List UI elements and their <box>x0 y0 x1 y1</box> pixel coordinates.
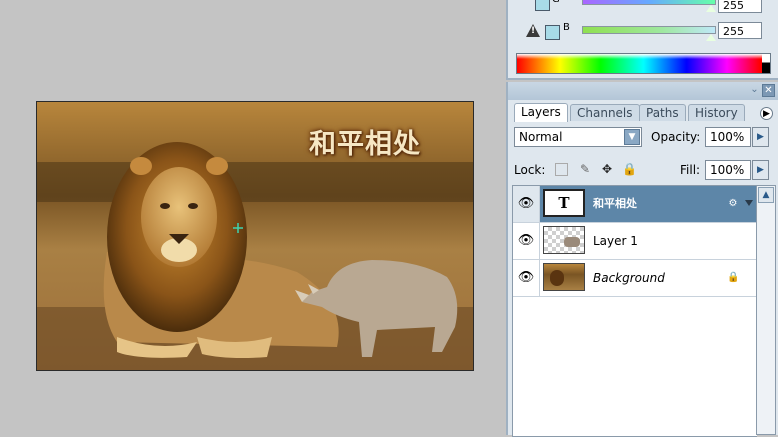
collapse-chevron-icon[interactable]: ⌄ <box>748 84 761 97</box>
close-panel-icon[interactable]: ✕ <box>762 84 775 97</box>
layer-name[interactable]: Layer 1 <box>593 223 638 259</box>
tab-history[interactable]: History <box>688 104 745 121</box>
layer-row-layer-1[interactable]: 👁 Layer 1 <box>513 223 757 260</box>
panel-titlebar[interactable]: ⌄ ✕ <box>508 82 778 100</box>
tab-layers[interactable]: Layers <box>514 103 568 122</box>
text-layer-t-icon: T <box>558 194 570 212</box>
opacity-field[interactable]: 100% <box>705 127 751 147</box>
lock-label: Lock: <box>514 163 546 177</box>
color-panel: G 255 B 255 <box>506 0 778 80</box>
expand-effects-icon[interactable] <box>745 200 753 206</box>
blend-mode-value: Normal <box>519 130 563 144</box>
lock-transparency-icon[interactable] <box>555 163 568 176</box>
color-swatch-top[interactable] <box>535 0 550 11</box>
chevron-down-icon[interactable]: ▼ <box>624 129 640 145</box>
layer-row-background[interactable]: 👁 Background 🔒 <box>513 260 757 297</box>
green-slider[interactable] <box>582 0 716 5</box>
fill-field[interactable]: 100% <box>705 160 751 180</box>
layer-1-thumbnail <box>543 226 585 254</box>
blend-mode-select[interactable]: Normal ▼ <box>514 127 642 147</box>
color-swatch-blue[interactable] <box>545 25 560 40</box>
opacity-label: Opacity: <box>651 130 701 144</box>
layer-name[interactable]: 和平相处 <box>593 186 637 222</box>
layer-name[interactable]: Background <box>593 260 665 296</box>
locked-layer-icon[interactable]: 🔒 <box>727 272 739 284</box>
green-slider-thumb[interactable] <box>706 5 716 12</box>
panel-tabs: Layers Channels Paths History <box>508 100 778 122</box>
layers-list: 👁 T 和平相处 ⚙ 👁 Layer 1 👁 Background 🔒 <box>512 185 757 437</box>
tab-paths[interactable]: Paths <box>639 104 686 121</box>
color-spectrum-ramp[interactable] <box>516 53 771 74</box>
tab-channels[interactable]: Channels <box>570 104 640 121</box>
background-thumbnail <box>543 263 585 291</box>
visibility-eye-icon[interactable]: 👁 <box>513 223 540 259</box>
scroll-up-icon[interactable]: ▲ <box>758 187 774 203</box>
blue-slider[interactable] <box>582 26 716 34</box>
canvas-text-layer: 和平相处 <box>309 129 421 160</box>
blue-channel-label: B <box>563 22 570 33</box>
layers-scrollbar[interactable]: ▲ <box>756 185 776 435</box>
blue-slider-thumb[interactable] <box>706 34 716 41</box>
visibility-eye-icon[interactable]: 👁 <box>513 260 540 296</box>
fill-slider-arrow-icon[interactable]: ▶ <box>752 160 769 180</box>
layers-panel: ⌄ ✕ Layers Channels Paths History ▶ Norm… <box>506 82 778 437</box>
blue-value-field[interactable]: 255 <box>718 22 762 39</box>
fill-label: Fill: <box>680 163 701 177</box>
lock-all-icon[interactable]: 🔒 <box>622 162 637 176</box>
opacity-slider-arrow-icon[interactable]: ▶ <box>752 127 769 147</box>
lock-brush-icon[interactable]: ✎ <box>578 162 592 176</box>
green-value-field[interactable]: 255 <box>718 0 762 13</box>
layer-effects-icon[interactable]: ⚙ <box>727 198 739 210</box>
document-canvas[interactable]: 和平相处 <box>36 101 474 371</box>
visibility-eye-icon[interactable]: 👁 <box>513 186 540 222</box>
out-of-gamut-warning-icon[interactable] <box>526 24 540 37</box>
green-channel-label: G <box>552 0 560 5</box>
layer-row-text[interactable]: 👁 T 和平相处 ⚙ <box>513 186 757 223</box>
lock-move-icon[interactable]: ✥ <box>600 162 614 176</box>
panel-menu-icon[interactable]: ▶ <box>760 107 773 120</box>
text-layer-thumbnail: T <box>543 189 585 217</box>
